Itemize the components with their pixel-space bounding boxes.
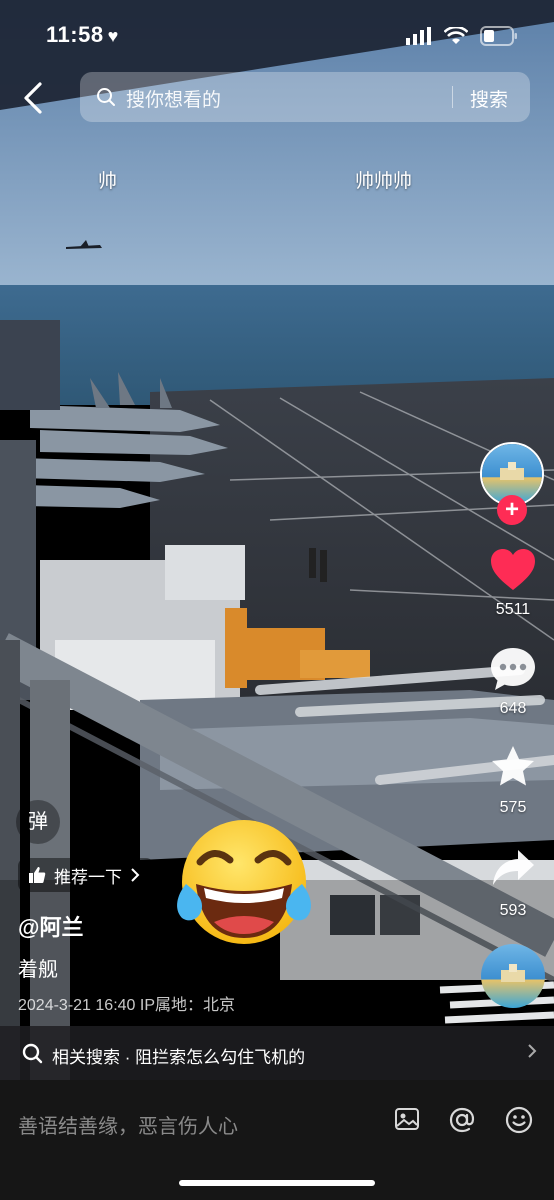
cellular-signal-icon [406,27,431,45]
music-disc[interactable] [481,944,545,1008]
post-meta: 2024-3-21 16:40 IP属地：北京 [18,997,235,1014]
like-count: 5511 [495,601,531,618]
video-caption: 着舰 [18,959,58,981]
comment-count: 648 [499,700,527,717]
favorite-count: 575 [499,799,527,816]
search-icon [22,1043,43,1064]
danmaku-comment: 帅帅帅 [355,171,413,192]
mention-at-icon[interactable] [448,1106,476,1134]
author-handle[interactable]: @阿兰 [18,910,83,942]
laughing-tears-emoji-icon [177,820,311,944]
comment-input[interactable]: 善语结善缘，恶言伤人心 [18,1110,238,1139]
thumbs-up-icon [29,867,46,883]
favorite-star-icon[interactable] [490,744,536,788]
follow-button[interactable]: + [497,495,527,525]
status-icons [406,26,518,46]
danmaku-comment: 帅 [98,171,118,192]
recommend-label: 推荐一下 [54,867,122,887]
home-indicator[interactable] [179,1180,375,1186]
share-arrow-icon[interactable] [490,848,536,888]
chevron-right-icon [131,868,140,882]
back-arrow-icon[interactable] [18,80,50,116]
share-count: 593 [499,902,527,919]
status-time: 11:58 ♥ [46,22,119,48]
search-icon [97,88,115,106]
search-placeholder: 搜你想看的 [126,90,222,111]
like-heart-icon[interactable] [489,548,537,592]
recommend-button[interactable]: 推荐一下 [18,858,154,892]
related-search-bar[interactable]: 相关搜索 · 阻拦索怎么勾住飞机的 [0,1026,554,1080]
related-search-text: 相关搜索 · 阻拦索怎么勾住飞机的 [52,1048,306,1067]
wifi-icon [444,27,468,44]
search-input[interactable]: 搜你想看的 搜索 [80,72,530,122]
battery-icon [480,26,517,46]
search-divider [452,86,453,108]
danmaku-toggle[interactable]: 弹 [16,800,60,844]
status-time-text: 11:58 [46,22,104,47]
comment-bubble-icon[interactable] [489,646,537,692]
heart-icon: ♥ [107,26,119,46]
chevron-right-icon [528,1044,537,1058]
emoji-face-icon[interactable] [505,1106,533,1134]
image-icon[interactable] [394,1106,420,1132]
search-button[interactable]: 搜索 [470,85,508,112]
